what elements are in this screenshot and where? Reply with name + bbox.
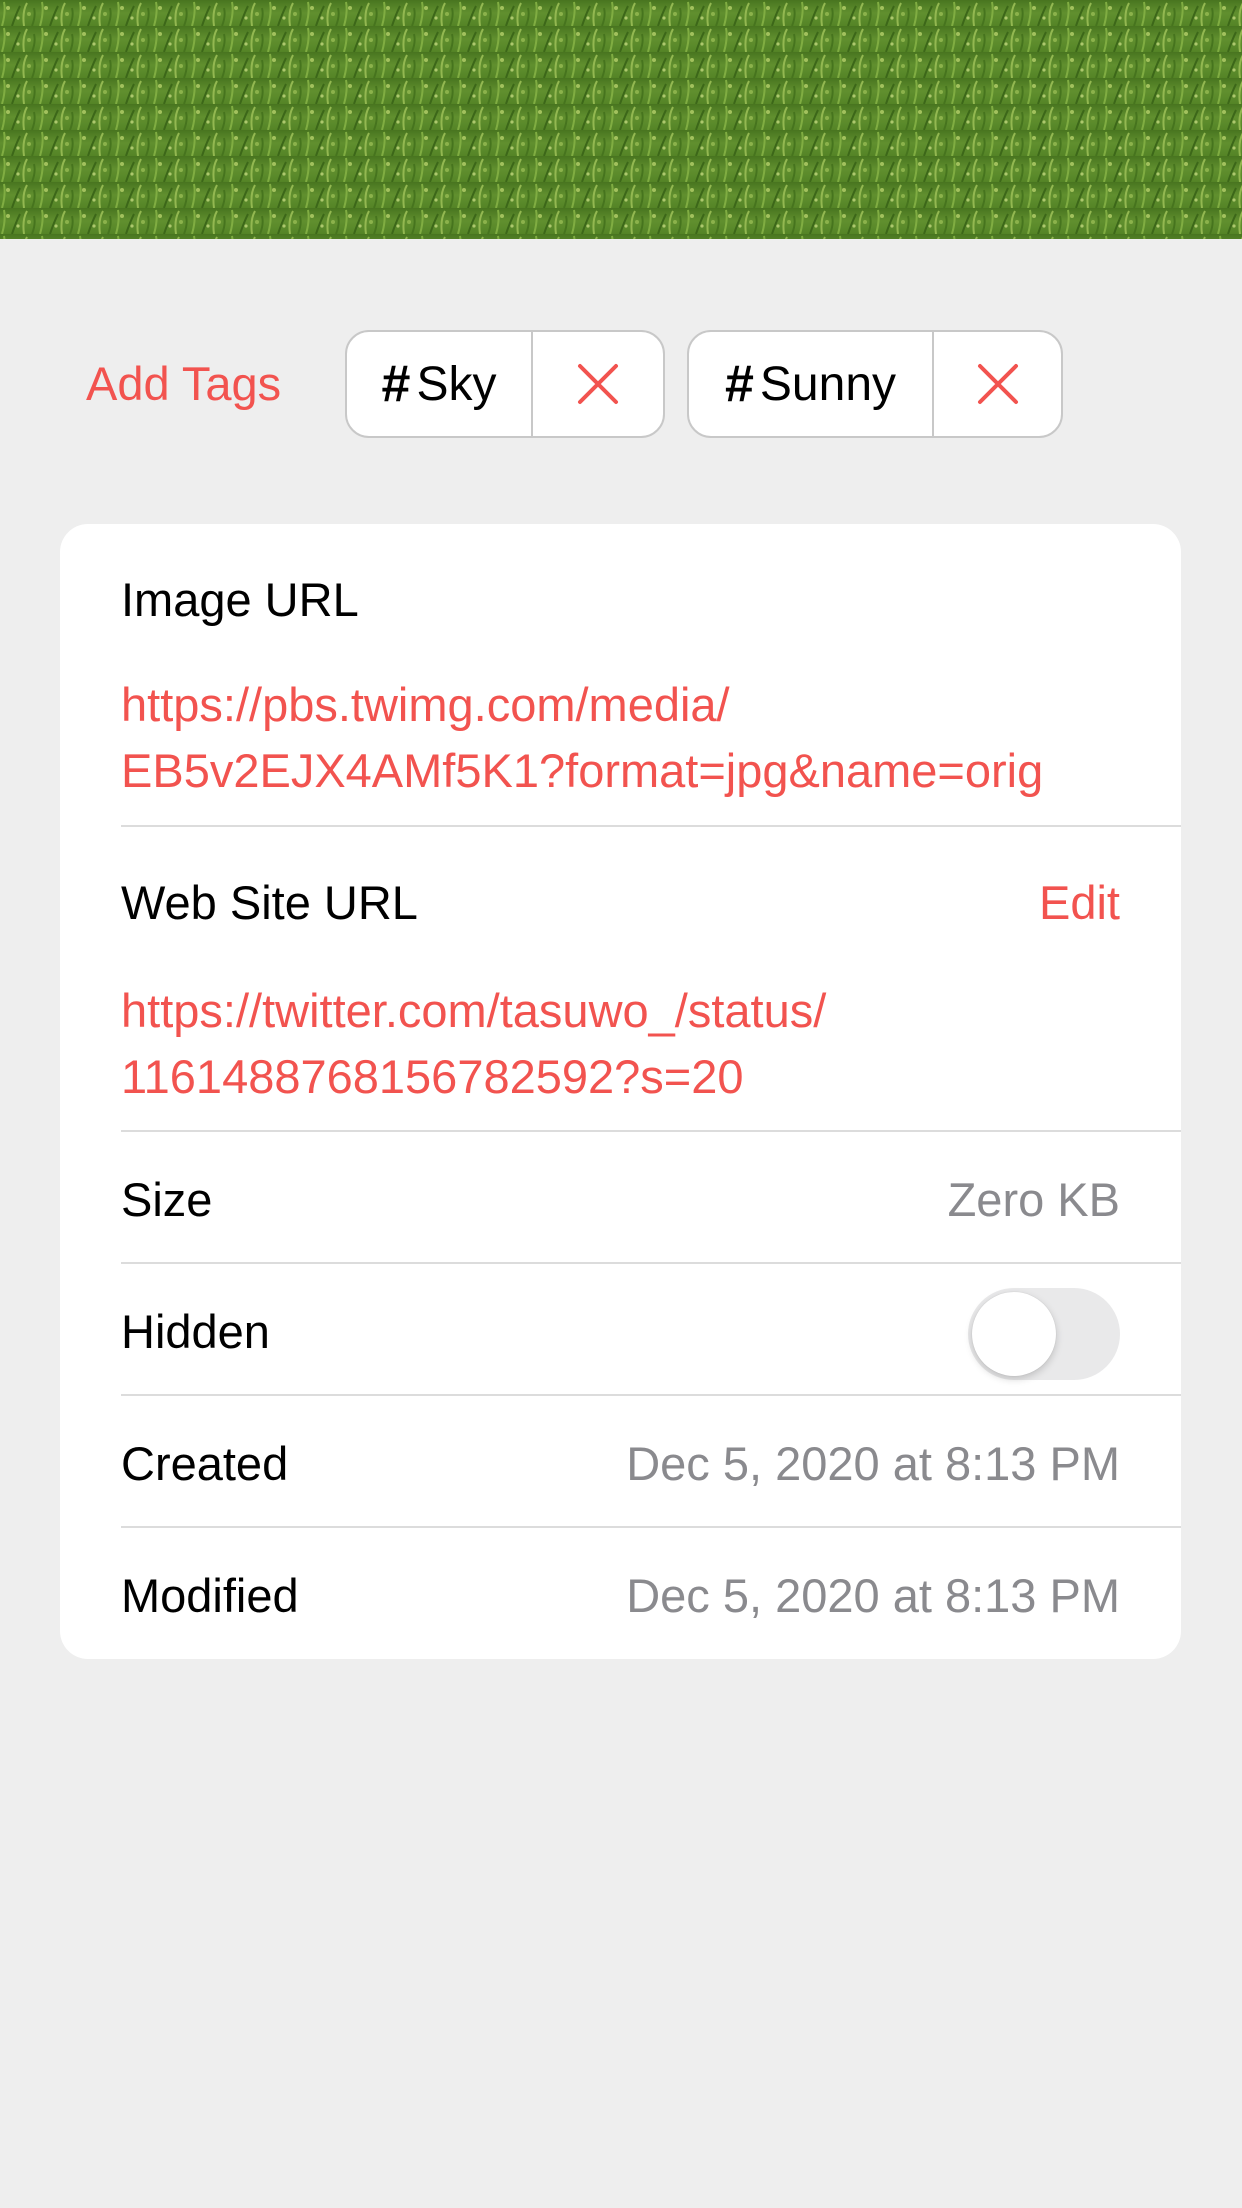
header-image xyxy=(0,0,1242,239)
tag-chip-sunny: # Sunny xyxy=(687,330,1063,438)
tags-row: Add Tags # Sky # Sunny xyxy=(0,330,1242,438)
created-row: Created Dec 5, 2020 at 8:13 PM xyxy=(121,1396,1181,1528)
web-site-url-row: Web Site URL Edit https://twitter.com/ta… xyxy=(121,827,1181,1132)
hidden-toggle[interactable] xyxy=(968,1288,1120,1380)
web-site-url-label: Web Site URL xyxy=(121,876,418,929)
hash-icon: # xyxy=(724,355,754,413)
created-label: Created xyxy=(121,1437,289,1490)
modified-row: Modified Dec 5, 2020 at 8:13 PM xyxy=(121,1528,1181,1659)
size-label: Size xyxy=(121,1173,213,1226)
tag-label-sunny[interactable]: # Sunny xyxy=(689,332,932,436)
web-site-url-line-1: https://twitter.com/tasuwo_/status/ xyxy=(121,984,827,1037)
created-value: Dec 5, 2020 at 8:13 PM xyxy=(626,1437,1120,1490)
toggle-knob xyxy=(972,1292,1056,1376)
image-url-link[interactable]: https://pbs.twimg.com/media/ EB5v2EJX4AM… xyxy=(121,672,1043,804)
tag-name: Sunny xyxy=(759,357,897,411)
details-card: Image URL https://pbs.twimg.com/media/ E… xyxy=(60,524,1181,1659)
rice-field-photo xyxy=(0,0,1242,239)
modified-label: Modified xyxy=(121,1569,299,1622)
size-row: Size Zero KB xyxy=(121,1132,1181,1264)
remove-tag-sunny-button[interactable] xyxy=(932,332,1061,436)
image-url-label: Image URL xyxy=(121,573,359,626)
size-value: Zero KB xyxy=(947,1173,1120,1226)
image-url-line-2: EB5v2EJX4AMf5K1?format=jpg&name=orig xyxy=(121,744,1044,797)
remove-tag-sky-button[interactable] xyxy=(531,332,663,436)
edit-web-site-url-button[interactable]: Edit xyxy=(1039,875,1120,930)
hidden-label: Hidden xyxy=(121,1305,270,1358)
tag-chip-sky: # Sky xyxy=(345,330,665,438)
hidden-row: Hidden xyxy=(121,1264,1181,1396)
tag-name: Sky xyxy=(416,357,497,411)
hash-icon: # xyxy=(381,355,411,413)
image-url-row: Image URL https://pbs.twimg.com/media/ E… xyxy=(121,524,1181,827)
modified-value: Dec 5, 2020 at 8:13 PM xyxy=(626,1569,1120,1622)
web-site-url-link[interactable]: https://twitter.com/tasuwo_/status/ 1161… xyxy=(121,978,826,1110)
close-icon xyxy=(977,364,1018,404)
add-tags-button[interactable]: Add Tags xyxy=(86,330,281,438)
close-icon xyxy=(578,364,618,404)
tag-label-sky[interactable]: # Sky xyxy=(347,332,531,436)
web-site-url-line-2: 1161488768156782592?s=20 xyxy=(121,1050,744,1103)
image-url-line-1: https://pbs.twimg.com/media/ xyxy=(121,678,730,731)
